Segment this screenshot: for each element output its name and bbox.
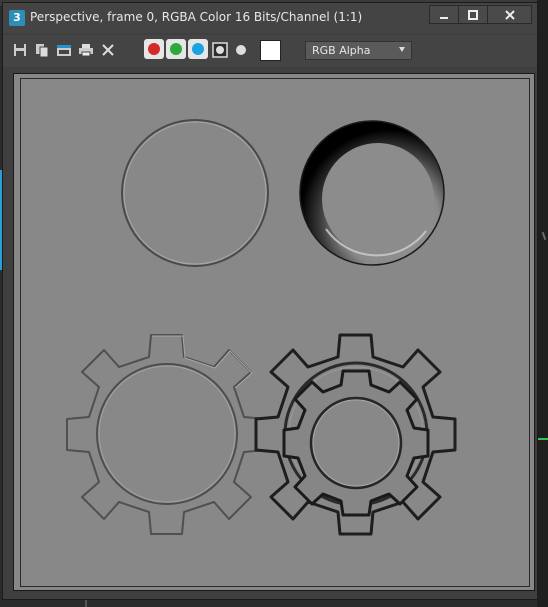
display-channel-dropdown[interactable]: RGB Alpha [305,41,412,60]
beveled-bowl [299,120,445,266]
minimize-button[interactable] [429,5,459,24]
display-channel-value: RGB Alpha [312,44,371,57]
app-icon: 3 [9,10,25,26]
clear-image-button[interactable] [99,41,117,59]
clone-icon [36,44,49,57]
nested-gear [254,333,457,536]
blue-channel-icon [192,43,204,55]
print-image-button[interactable] [77,41,95,59]
clear-icon [102,44,114,56]
red-channel-icon [148,43,160,55]
save-image-button[interactable] [11,41,29,59]
render-viewport-frame [13,73,535,591]
render-frame-window: 3 Perspective, frame 0, RGBA Color 16 Bi… [2,2,538,600]
monochrome-icon [236,45,246,55]
clone-frame-button[interactable] [33,41,51,59]
alpha-channel-icon [212,42,228,58]
render-canvas [21,79,529,586]
red-channel-toggle[interactable] [144,39,164,59]
copy-image-button[interactable] [55,41,73,59]
green-channel-toggle[interactable] [166,39,186,59]
embossed-gear [66,334,267,535]
title-bar[interactable]: 3 Perspective, frame 0, RGBA Color 16 Bi… [3,3,537,33]
copy-image-icon [57,45,71,56]
save-icon [14,44,26,56]
close-icon [504,9,515,20]
minimize-icon [440,16,448,19]
alpha-channel-toggle[interactable] [210,40,230,60]
close-window-button[interactable] [487,5,532,24]
background-axis-line [538,438,548,440]
maximize-icon [468,9,478,20]
blue-channel-toggle[interactable] [188,39,208,59]
background-viewport-edge [537,0,548,607]
monochrome-toggle[interactable] [232,41,250,59]
maximize-button[interactable] [458,5,488,24]
chevron-down-icon [399,47,405,52]
plain-disc [121,119,269,267]
window-title: Perspective, frame 0, RGBA Color 16 Bits… [30,10,363,24]
print-icon [79,44,93,57]
swatch-color-box[interactable] [260,40,281,61]
rendered-image[interactable] [20,78,530,587]
render-toolbar: RGB Alpha [3,35,537,67]
green-channel-icon [170,43,182,55]
